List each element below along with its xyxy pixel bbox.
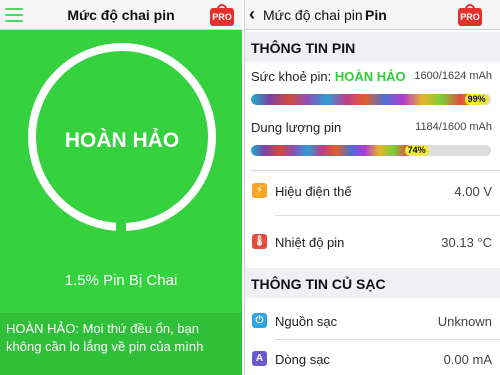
voltage-label: Hiệu điện thế xyxy=(275,184,352,199)
chevron-left-icon[interactable]: ‹ xyxy=(249,5,255,23)
ampere-icon: A xyxy=(252,351,267,366)
pro-bag-icon[interactable]: PRO xyxy=(458,4,482,26)
pro-badge-label: PRO xyxy=(460,12,480,22)
left-page-title: Mức độ chai pin xyxy=(67,7,175,23)
pro-bag-icon[interactable]: PRO xyxy=(210,4,234,26)
voltage-value: 4.00 V xyxy=(454,184,492,199)
current-label: Dòng sạc xyxy=(275,352,330,367)
source-label: Nguồn sạc xyxy=(275,314,338,329)
health-ring-gap xyxy=(116,222,126,232)
divider xyxy=(275,215,500,216)
capacity-label: Dung lượng pin xyxy=(251,120,342,135)
health-label-row: Sức khoẻ pin: HOÀN HẢO xyxy=(251,69,406,84)
capacity-value: 1184/1600 mAh xyxy=(415,121,492,133)
temperature-label: Nhiệt độ pin xyxy=(275,235,345,250)
health-status-label: HOÀN HẢO xyxy=(64,129,180,152)
health-value: 1600/1624 mAh xyxy=(414,70,492,82)
left-nav-bar: Mức độ chai pin PRO xyxy=(0,0,242,30)
current-value: 0.00 mA xyxy=(443,352,492,367)
pro-badge-label: PRO xyxy=(212,12,232,22)
health-label: Sức khoẻ pin: xyxy=(251,69,332,84)
temperature-value: 30.13 °C xyxy=(441,235,492,250)
health-bar: 99% xyxy=(251,94,491,105)
source-value: Unknown xyxy=(437,314,492,329)
status-message-box: HOÀN HẢO: Mọi thứ đều ổn, bạn không cần … xyxy=(0,313,242,375)
right-nav-bar: ‹ Mức độ chai pin Pin PRO xyxy=(245,0,500,30)
wear-percentage: 1.5% Pin Bị Chai xyxy=(64,272,178,289)
status-message: HOÀN HẢO: Mọi thứ đều ổn, bạn không cần … xyxy=(6,321,204,354)
health-bar-percent: 99% xyxy=(464,94,489,105)
health-status: HOÀN HẢO xyxy=(334,69,406,84)
capacity-bar-fill xyxy=(251,145,429,156)
divider xyxy=(275,339,500,340)
battery-detail-panel: ‹ Mức độ chai pin Pin PRO THÔNG TIN PIN … xyxy=(244,0,500,375)
battery-wear-panel: Mức độ chai pin PRO HOÀN HẢO 1.5% Pin Bị… xyxy=(0,0,242,375)
section-battery-info: THÔNG TIN PIN xyxy=(245,32,500,62)
capacity-bar-percent: 74% xyxy=(404,145,429,156)
capacity-bar: 74% xyxy=(251,145,491,156)
section-charger-info: THÔNG TIN CỦ SẠC xyxy=(245,268,500,298)
plug-icon: ⏻ xyxy=(252,313,267,328)
lightning-icon: ⚡ xyxy=(252,183,267,198)
right-page-title: Pin xyxy=(365,7,387,23)
health-bar-fill xyxy=(251,94,489,105)
divider xyxy=(251,170,500,171)
thermometer-icon: 🌡 xyxy=(252,234,267,249)
back-button[interactable]: Mức độ chai pin xyxy=(263,7,363,23)
